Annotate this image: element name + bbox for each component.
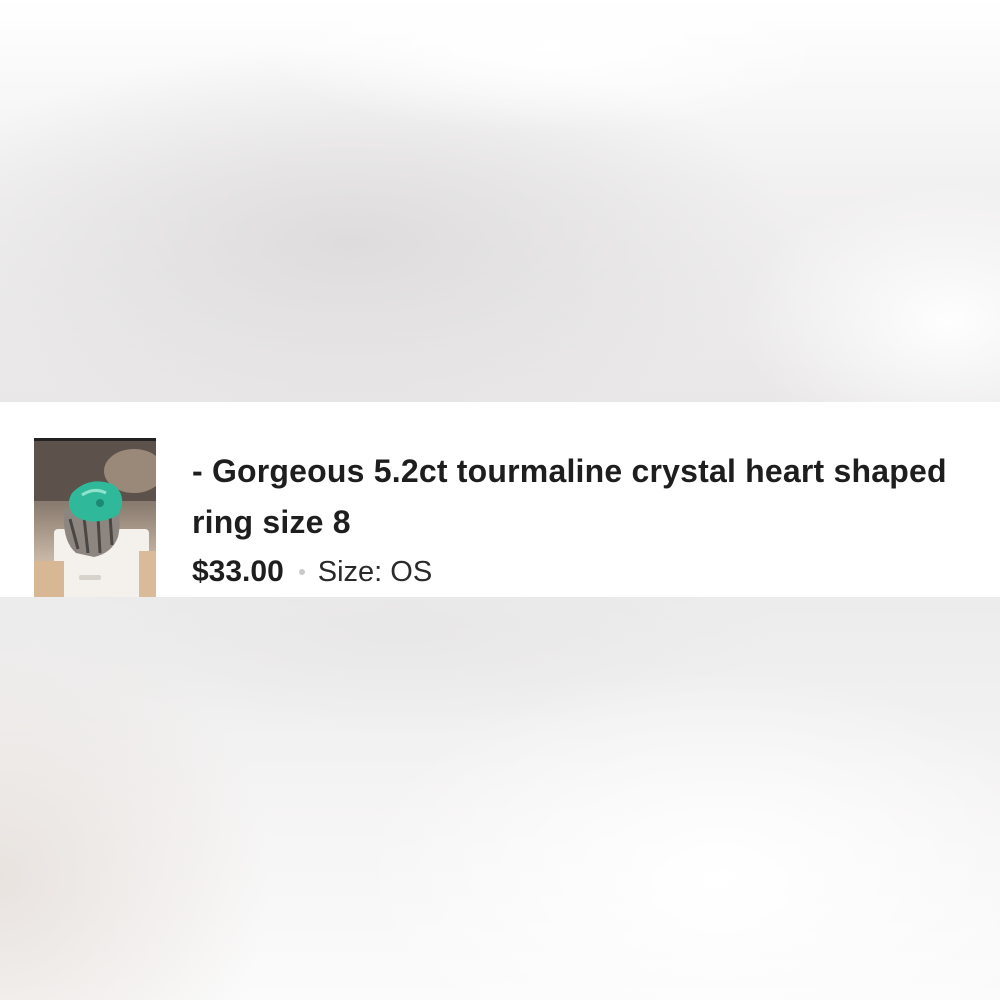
blurred-background-top [0, 0, 1000, 402]
listing-card[interactable]: - Gorgeous 5.2ct tourmaline crystal hear… [0, 402, 1000, 599]
blurred-background-bottom [0, 597, 1000, 1000]
price-label: $33.00 [192, 555, 284, 588]
listing-title[interactable]: - Gorgeous 5.2ct tourmaline crystal hear… [192, 446, 952, 548]
dot-separator-icon [298, 569, 305, 575]
screenshot: - Gorgeous 5.2ct tourmaline crystal hear… [0, 0, 1000, 1000]
listing-meta: $33.00 Size: OS [192, 552, 432, 592]
ring-photo-icon [34, 441, 156, 599]
ring-thumbnail-image[interactable] [34, 438, 156, 599]
size-label: Size: OS [317, 555, 433, 588]
